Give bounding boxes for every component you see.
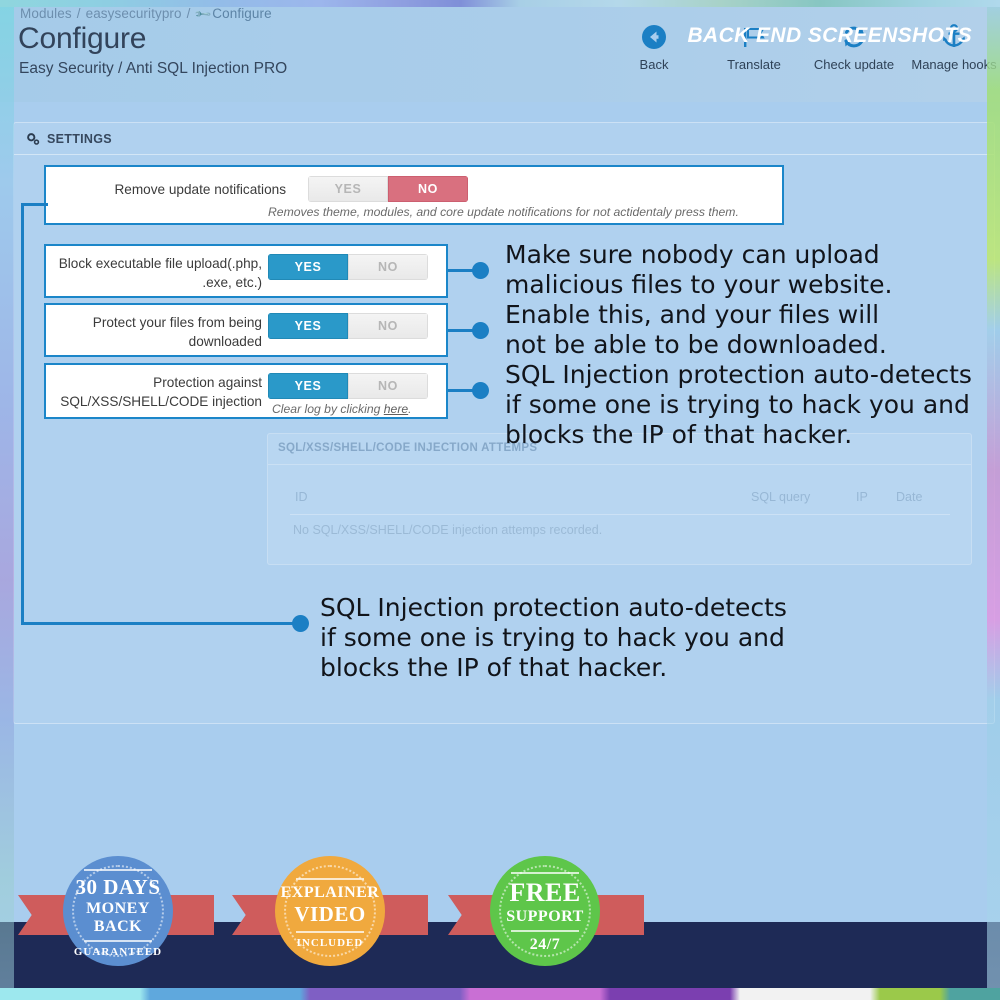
promo-label: BACK END SCREENSHOTS [687, 24, 972, 47]
toggle-yes-option[interactable]: YES [268, 254, 348, 280]
gears-icon [26, 132, 40, 146]
toggle-no-option[interactable]: NO [348, 254, 428, 280]
badge-line-1: EXPLAINER [280, 883, 380, 901]
sql-injection-callout: SQL Injection protection auto-detects if… [320, 593, 787, 682]
breadcrumb-separator: / [186, 6, 191, 21]
toggle-no-option[interactable]: NO [348, 313, 428, 339]
setting-hint: Removes theme, modules, and core update … [268, 205, 739, 219]
toggle-yes-option[interactable]: YES [268, 313, 348, 339]
breadcrumb-item-easysecuritypro[interactable]: easysecuritypro [86, 6, 182, 21]
setting-row-block-executable-upload: Block executable file upload(.php, .exe,… [44, 244, 448, 298]
breadcrumb-item-configure: 🔧Configure [193, 5, 272, 24]
callout-bracket-vertical [21, 203, 24, 625]
callout-bracket-bottom [21, 622, 301, 625]
clear-log-hint-suffix: . [408, 402, 412, 416]
callout-dot-3 [472, 382, 489, 399]
callout-bracket-top [21, 203, 48, 206]
badge-line-1: 30 DAYS [75, 874, 161, 899]
page-title: Configure [18, 22, 147, 55]
badge-rule [295, 877, 365, 880]
table-header-row: ID SQL query IP Date [268, 490, 971, 512]
settings-panel-title: SETTINGS [47, 131, 112, 146]
toggle-yes-option[interactable]: YES [268, 373, 348, 399]
setting-hint: Clear log by clicking here. [272, 402, 412, 416]
badge-rule [295, 930, 365, 933]
column-header-date: Date [896, 490, 923, 504]
callout-dot-1 [472, 262, 489, 279]
page-subtitle: Easy Security / Anti SQL Injection PRO [19, 60, 288, 77]
badge-line-2: VIDEO [294, 901, 366, 926]
app-screenshot: Modules / easysecuritypro / 🔧Configure Confi… [0, 0, 1000, 1000]
badge-explainer-video: EXPLAINER VIDEO INCLUDED [275, 856, 385, 966]
check-update-button-label: Check update [813, 57, 895, 72]
toggle-protection-against-injection[interactable]: YES NO [268, 373, 428, 399]
page-header: Modules / easysecuritypro / 🔧Configure Confi… [0, 0, 1000, 102]
badge-rule [510, 872, 580, 874]
decorative-bottom-stripe [0, 988, 1000, 1000]
column-header-id: ID [295, 490, 308, 504]
badge-rule [83, 868, 153, 871]
badge-line-2: MONEY BACK [86, 899, 150, 935]
decorative-right-stripe [987, 0, 1000, 1000]
badge-line-3: INCLUDED [296, 936, 364, 949]
toggle-no-option[interactable]: NO [388, 176, 468, 202]
setting-row-protect-files-download: Protect your files from being downloaded… [44, 303, 448, 357]
upload-protection-callout: Make sure nobody can upload malicious fi… [505, 240, 972, 449]
badge-rule [83, 939, 153, 942]
injection-attempts-table: SQL/XSS/SHELL/CODE INJECTION ATTEMPS ID … [267, 433, 972, 565]
setting-row-remove-update-notifications: Remove update notifications YES NO Remov… [44, 165, 784, 225]
setting-row-protection-against-injection: Protection against SQL/XSS/SHELL/CODE in… [44, 363, 448, 419]
injection-attempts-title: SQL/XSS/SHELL/CODE INJECTION ATTEMPS [278, 442, 538, 454]
toggle-block-executable-upload[interactable]: YES NO [268, 254, 428, 280]
decorative-top-stripe [0, 0, 1000, 7]
setting-label: Remove update notifications [114, 182, 286, 197]
setting-label: Block executable file upload(.php, .exe,… [58, 256, 262, 290]
arrow-circle-left-icon [640, 20, 668, 54]
toggle-protect-files-download[interactable]: YES NO [268, 313, 428, 339]
back-button-label: Back [639, 57, 669, 72]
setting-label: Protect your files from being downloaded [92, 315, 262, 349]
divider [268, 464, 971, 465]
column-header-ip: IP [856, 490, 868, 504]
toggle-remove-update-notifications[interactable]: YES NO [308, 176, 468, 202]
manage-hooks-button-label: Manage hooks [911, 57, 997, 72]
translate-button-label: Translate [727, 57, 781, 72]
column-header-sql-query: SQL query [751, 490, 811, 504]
breadcrumb-item-modules[interactable]: Modules [20, 6, 72, 21]
breadcrumb: Modules / easysecuritypro / 🔧Configure [20, 5, 272, 24]
badge-line-2: SUPPORT [506, 908, 584, 925]
badge-free-support: FREE SUPPORT 24/7 [490, 856, 600, 966]
divider [290, 514, 950, 515]
toggle-yes-option[interactable]: YES [308, 176, 388, 202]
empty-state-message: No SQL/XSS/SHELL/CODE injection attemps … [293, 523, 603, 537]
toggle-no-option[interactable]: NO [348, 373, 428, 399]
setting-label: Protection against SQL/XSS/SHELL/CODE in… [60, 375, 262, 409]
back-button[interactable]: Back [614, 20, 694, 72]
breadcrumb-separator: / [76, 6, 81, 21]
badge-line-3: GUARANTEED [73, 945, 163, 958]
badge-money-back: 30 DAYS MONEY BACK GUARANTEED [63, 856, 173, 966]
clear-log-link[interactable]: here [384, 402, 408, 416]
callout-dot-2 [472, 322, 489, 339]
badge-rule [510, 930, 580, 932]
clear-log-hint-text: Clear log by clicking [272, 402, 384, 416]
settings-panel-header: SETTINGS [14, 123, 994, 155]
badge-line-1: FREE [509, 878, 581, 907]
callout-dot-sql-injection [292, 615, 309, 632]
wrench-icon: 🔧 [193, 5, 212, 24]
decorative-left-stripe [0, 0, 14, 1000]
badge-line-3: 24/7 [529, 936, 561, 953]
